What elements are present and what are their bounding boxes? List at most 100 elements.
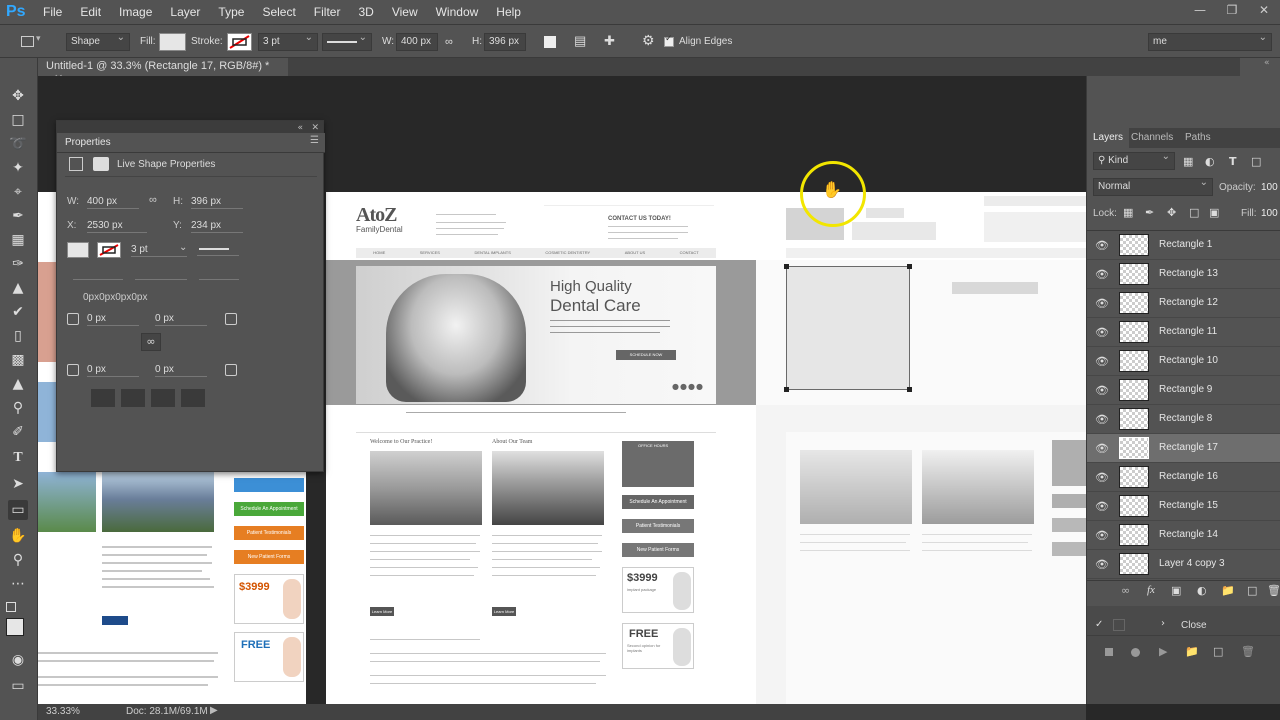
zoom-level[interactable]: 33.33% [46, 706, 80, 717]
properties-tab[interactable]: Properties [65, 137, 111, 148]
shape-transform-icon[interactable] [69, 157, 83, 171]
layer-row[interactable]: 👁 Rectangle 8 [1087, 405, 1280, 434]
path-arrangement-icon[interactable]: ✚ [604, 33, 615, 49]
prop-width-input[interactable]: 400 px [87, 196, 139, 209]
layer-row-selected[interactable]: 👁 Rectangle 17 [1087, 434, 1280, 463]
history-brush-tool-icon[interactable]: ✔ [8, 302, 28, 322]
menu-window[interactable]: Window [427, 5, 488, 19]
eye-icon[interactable]: 👁 [1095, 413, 1109, 426]
lock-position-icon[interactable]: ✥ [1167, 206, 1176, 219]
eye-icon[interactable]: 👁 [1095, 239, 1109, 252]
brush-tool-icon[interactable]: ✑ [8, 254, 28, 274]
marquee-tool-icon[interactable]: □ [8, 110, 28, 130]
menu-help[interactable]: Help [487, 5, 530, 19]
eye-icon[interactable]: 👁 [1095, 355, 1109, 368]
fill-value[interactable]: 100 [1261, 208, 1278, 219]
close-icon[interactable]: ✕ [1248, 0, 1280, 24]
eraser-tool-icon[interactable]: ▯ [8, 326, 28, 346]
gradient-tool-icon[interactable]: ▩ [8, 350, 28, 370]
lock-all-icon[interactable]: ▣ [1209, 206, 1219, 219]
more-tools-icon[interactable]: ⋯ [8, 574, 28, 594]
layer-row[interactable]: 👁 Rectangle 1 [1087, 231, 1280, 260]
new-group-icon[interactable]: 📁 [1221, 584, 1235, 597]
fx-icon[interactable]: fx [1147, 584, 1155, 596]
prop-link-icon[interactable]: ∞ [149, 194, 157, 206]
type-tool-icon[interactable]: T [8, 448, 28, 468]
link-radii-button[interactable]: ∞ [141, 333, 161, 351]
path-operations-icon[interactable] [544, 36, 556, 48]
menu-image[interactable]: Image [110, 5, 161, 19]
pen-tool-icon[interactable]: ✐ [8, 422, 28, 442]
intersect-shapes-icon[interactable] [151, 389, 175, 407]
layer-row[interactable]: 👁 Rectangle 12 [1087, 289, 1280, 318]
lock-transparent-icon[interactable]: ▦ [1123, 206, 1133, 219]
tab-channels[interactable]: Channels [1131, 132, 1173, 143]
prop-radius-bl[interactable]: 0 px [87, 364, 139, 377]
prop-radius-tl[interactable]: 0 px [87, 313, 139, 326]
checkmark-icon[interactable]: ✓ [1095, 619, 1103, 630]
status-menu-icon[interactable]: ▶ [210, 705, 218, 716]
panel-menu-icon[interactable]: ☰ [310, 135, 319, 146]
transform-handle[interactable] [907, 387, 912, 392]
delete-layer-icon[interactable]: 🗑 [1267, 584, 1280, 597]
prop-x-input[interactable]: 2530 px [87, 220, 147, 233]
layer-row[interactable]: 👁 Rectangle 14 [1087, 521, 1280, 550]
foreground-color-swatch[interactable] [6, 618, 24, 636]
eye-icon[interactable]: 👁 [1095, 500, 1109, 513]
link-icon[interactable]: ∞ [445, 36, 453, 48]
rectangle-tool-icon[interactable]: ▭ [8, 500, 28, 520]
eye-icon[interactable]: 👁 [1095, 297, 1109, 310]
document-tab[interactable]: Untitled-1 @ 33.3% (Rectangle 17, RGB/8#… [38, 58, 288, 85]
transform-handle[interactable] [907, 264, 912, 269]
prop-height-input[interactable]: 396 px [191, 196, 243, 209]
layer-row[interactable]: 👁 Layer 4 copy 3 [1087, 550, 1280, 579]
filter-adjustment-icon[interactable]: ◐ [1205, 155, 1215, 168]
add-mask-icon[interactable]: ▣ [1171, 584, 1181, 597]
align-edges-checkbox[interactable]: ✓ [664, 34, 674, 47]
lasso-tool-icon[interactable]: ➰ [8, 134, 28, 154]
move-tool-icon[interactable]: ✥ [8, 86, 28, 106]
subtract-front-icon[interactable] [121, 389, 145, 407]
transform-handle[interactable] [784, 387, 789, 392]
eye-icon[interactable]: 👁 [1095, 326, 1109, 339]
link-layers-icon[interactable]: ∞ [1121, 584, 1130, 597]
eye-icon[interactable]: 👁 [1095, 471, 1109, 484]
menu-select[interactable]: Select [253, 5, 304, 19]
tool-preset-picker[interactable]: ▾ [18, 33, 46, 51]
eye-icon[interactable]: 👁 [1095, 529, 1109, 542]
opacity-value[interactable]: 100 [1261, 182, 1278, 193]
chevron-down-icon[interactable]: ⌄ [179, 242, 187, 253]
prop-y-input[interactable]: 234 px [191, 220, 243, 233]
record-icon[interactable] [1131, 648, 1140, 657]
action-toggle-box[interactable] [1113, 619, 1125, 631]
dodge-tool-icon[interactable]: ⚲ [8, 398, 28, 418]
screen-mode-icon[interactable]: ▭ [8, 676, 28, 696]
eye-icon[interactable]: 👁 [1095, 558, 1109, 571]
selected-rectangle-17[interactable] [784, 264, 912, 392]
layer-row[interactable]: 👁 Rectangle 16 [1087, 463, 1280, 492]
stroke-width-input[interactable]: 3 pt [258, 32, 318, 51]
menu-type[interactable]: Type [209, 5, 253, 19]
new-action-icon[interactable]: □ [1213, 645, 1223, 658]
prop-stroke-caps[interactable] [135, 266, 187, 280]
combine-shapes-icon[interactable] [91, 389, 115, 407]
restore-icon[interactable]: ❐ [1216, 0, 1248, 24]
width-input[interactable]: 400 px [396, 33, 438, 51]
stop-icon[interactable] [1105, 648, 1113, 656]
prop-radius-tr[interactable]: 0 px [155, 313, 207, 326]
stroke-swatch[interactable] [227, 33, 252, 51]
delete-action-icon[interactable]: 🗑 [1241, 645, 1255, 658]
stroke-type-select[interactable] [322, 32, 372, 51]
path-selection-tool-icon[interactable]: ➤ [8, 474, 28, 494]
layer-row[interactable]: 👁 Rectangle 9 [1087, 376, 1280, 405]
menu-view[interactable]: View [383, 5, 427, 19]
prop-stroke-swatch[interactable] [97, 242, 121, 258]
new-set-icon[interactable]: 📁 [1185, 645, 1199, 658]
lock-pixels-icon[interactable]: ✒ [1145, 206, 1154, 219]
layer-row[interactable]: 👁 Rectangle 13 [1087, 260, 1280, 289]
panel-collapse-icon[interactable]: « [1264, 58, 1270, 68]
filter-pixel-icon[interactable]: ▦ [1183, 155, 1193, 168]
default-colors-icon[interactable] [6, 602, 16, 612]
menu-file[interactable]: File [34, 5, 71, 19]
menu-layer[interactable]: Layer [161, 5, 209, 19]
